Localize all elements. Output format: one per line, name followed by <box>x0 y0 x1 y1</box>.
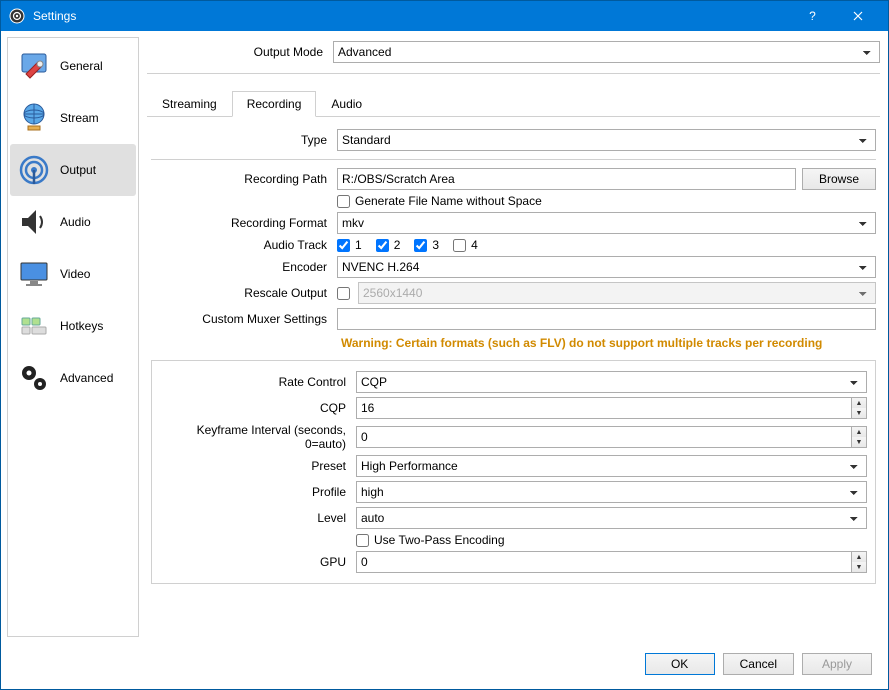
close-button[interactable] <box>835 1 880 31</box>
content-panel: Output Mode Advanced Streaming Recording… <box>145 37 882 637</box>
rescale-checkbox[interactable] <box>337 287 350 300</box>
profile-label: Profile <box>160 485 350 499</box>
wrench-icon <box>18 50 50 82</box>
muxer-label: Custom Muxer Settings <box>151 312 331 326</box>
preset-label: Preset <box>160 459 350 473</box>
globe-icon <box>18 102 50 134</box>
track-1-checkbox[interactable] <box>337 239 350 252</box>
cqp-spin-up[interactable]: ▲ <box>852 398 866 408</box>
sidebar-item-stream[interactable]: Stream <box>10 92 136 144</box>
sidebar-item-general[interactable]: General <box>10 40 136 92</box>
twopass-checkbox[interactable] <box>356 534 369 547</box>
sidebar: General Stream Output Audio Video Hotkey… <box>7 37 139 637</box>
output-mode-select[interactable]: Advanced <box>333 41 880 63</box>
sidebar-item-hotkeys[interactable]: Hotkeys <box>10 300 136 352</box>
browse-button[interactable]: Browse <box>802 168 876 190</box>
separator <box>147 73 880 74</box>
track-3-checkbox[interactable] <box>414 239 427 252</box>
tab-audio[interactable]: Audio <box>316 91 377 117</box>
profile-select[interactable]: high <box>356 481 867 503</box>
keyframe-label: Keyframe Interval (seconds, 0=auto) <box>160 423 350 451</box>
tab-recording[interactable]: Recording <box>232 91 317 117</box>
gears-icon <box>18 362 50 394</box>
sidebar-item-label: Stream <box>60 111 99 125</box>
titlebar: Settings ? <box>1 1 888 31</box>
muxer-input[interactable] <box>337 308 876 330</box>
keyboard-icon <box>18 310 50 342</box>
help-button[interactable]: ? <box>790 1 835 31</box>
twopass-label: Use Two-Pass Encoding <box>374 533 505 547</box>
sidebar-item-label: Video <box>60 267 90 281</box>
gpu-spin-up[interactable]: ▲ <box>852 552 866 562</box>
cqp-spin-down[interactable]: ▼ <box>852 408 866 418</box>
apply-button[interactable]: Apply <box>802 653 872 675</box>
recording-path-input[interactable] <box>337 168 796 190</box>
output-mode-label: Output Mode <box>147 45 327 59</box>
preset-select[interactable]: High Performance <box>356 455 867 477</box>
sidebar-item-label: Hotkeys <box>60 319 103 333</box>
track-2-checkbox[interactable] <box>376 239 389 252</box>
sidebar-item-advanced[interactable]: Advanced <box>10 352 136 404</box>
track-4-checkbox[interactable] <box>453 239 466 252</box>
audio-track-label: Audio Track <box>151 238 331 252</box>
broadcast-icon <box>18 154 50 186</box>
sidebar-item-label: Output <box>60 163 96 177</box>
encoder-settings-group: Rate Control CQP CQP ▲▼ Keyframe Interva… <box>151 360 876 584</box>
encoder-label: Encoder <box>151 260 331 274</box>
gpu-input[interactable] <box>356 551 851 573</box>
type-label: Type <box>151 133 331 147</box>
recording-path-label: Recording Path <box>151 172 331 186</box>
cancel-button[interactable]: Cancel <box>723 653 794 675</box>
keyframe-spin-down[interactable]: ▼ <box>852 437 866 447</box>
encoder-select[interactable]: NVENC H.264 <box>337 256 876 278</box>
speaker-icon <box>18 206 50 238</box>
footer: OK Cancel Apply <box>1 643 888 685</box>
cqp-input[interactable] <box>356 397 851 419</box>
sidebar-item-video[interactable]: Video <box>10 248 136 300</box>
level-label: Level <box>160 511 350 525</box>
tabs: Streaming Recording Audio <box>147 90 880 117</box>
recording-panel: Type Standard Recording Path Browse Gene… <box>147 123 880 588</box>
ok-button[interactable]: OK <box>645 653 715 675</box>
tab-streaming[interactable]: Streaming <box>147 91 232 117</box>
window-title: Settings <box>33 9 790 23</box>
app-icon <box>9 8 25 24</box>
sidebar-item-label: General <box>60 59 103 73</box>
sidebar-item-label: Advanced <box>60 371 113 385</box>
monitor-icon <box>18 258 50 290</box>
keyframe-spin-up[interactable]: ▲ <box>852 427 866 437</box>
level-select[interactable]: auto <box>356 507 867 529</box>
format-label: Recording Format <box>151 216 331 230</box>
rescale-label: Rescale Output <box>151 286 331 300</box>
separator <box>151 159 876 160</box>
sidebar-item-label: Audio <box>60 215 91 229</box>
rate-control-select[interactable]: CQP <box>356 371 867 393</box>
type-select[interactable]: Standard <box>337 129 876 151</box>
gpu-label: GPU <box>160 555 350 569</box>
rate-control-label: Rate Control <box>160 375 350 389</box>
gen-filename-checkbox[interactable] <box>337 195 350 208</box>
gpu-spin-down[interactable]: ▼ <box>852 562 866 572</box>
keyframe-input[interactable] <box>356 426 851 448</box>
sidebar-item-output[interactable]: Output <box>10 144 136 196</box>
sidebar-item-audio[interactable]: Audio <box>10 196 136 248</box>
warning-text: Warning: Certain formats (such as FLV) d… <box>151 334 876 352</box>
gen-filename-label: Generate File Name without Space <box>355 194 542 208</box>
format-select[interactable]: mkv <box>337 212 876 234</box>
rescale-select: 2560x1440 <box>358 282 876 304</box>
cqp-label: CQP <box>160 401 350 415</box>
